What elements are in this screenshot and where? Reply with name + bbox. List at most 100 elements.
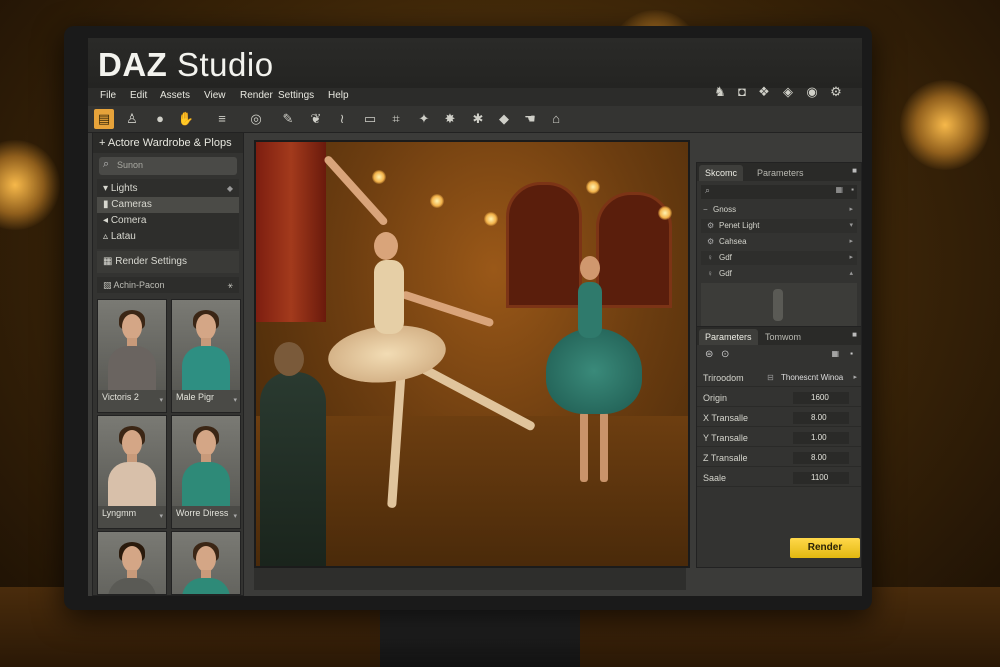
tree-item-latau[interactable]: ▵ Latau <box>97 229 239 245</box>
param-value-field[interactable]: 8.00 <box>793 452 849 464</box>
search-icon: ⌕ <box>705 185 711 195</box>
painting-seated-figure <box>260 372 326 566</box>
params-section[interactable]: Triroodom ⊟ Thonescnt Winoa ▸ <box>697 369 861 387</box>
chevron-down-icon[interactable]: ▾ <box>159 396 163 404</box>
gear-icon: ⚙ <box>707 237 715 246</box>
tree-item-cameras[interactable]: ▮ Cameras <box>97 197 239 213</box>
tree-item-lights[interactable]: ▾ Lights ◆ <box>97 181 239 197</box>
scene-search-input[interactable]: ⌕ ▦ ▪ <box>701 185 857 199</box>
menu-edit[interactable]: Edit <box>130 90 147 101</box>
chevron-icon: ▸ <box>849 254 853 261</box>
sphere-icon[interactable]: ● <box>150 109 170 129</box>
param-value-field[interactable]: 1100 <box>793 472 849 484</box>
filter-icon[interactable]: ⊜ <box>705 349 713 360</box>
tag-icon[interactable]: ⌂ <box>546 109 566 129</box>
toolbar: ▤ ♙ ● ✋ ≡ ◎ ✎ ❦ ≀ ▭ ⌗ ✦ ✸ ✱ ◆ ☚ ⌂ <box>88 106 862 133</box>
tree-item-label: Cameras <box>111 199 152 210</box>
menu-view[interactable]: View <box>204 90 226 101</box>
menu-icon[interactable]: ▪ <box>850 349 853 358</box>
search-input[interactable]: ⌕ Sunon <box>99 157 237 175</box>
scene-group[interactable]: − Gnoss ▸ <box>701 203 857 217</box>
figure-thumbnail[interactable]: Lyngmm ▾ <box>97 415 167 529</box>
crop-icon[interactable]: ⌗ <box>386 109 406 129</box>
render-settings-item[interactable]: ▦ Render Settings <box>97 251 239 273</box>
tree-item-label: Lights <box>110 183 138 194</box>
figure-thumbnail[interactable]: Male Pigr ▾ <box>171 299 241 413</box>
scene-item[interactable]: ⚙ Cahsea ▸ <box>701 235 857 249</box>
param-row-z-translate[interactable]: Z Transalle 8.00 <box>697 449 861 467</box>
dancer-head <box>580 256 600 280</box>
param-row-x-translate[interactable]: X Transalle 8.00 <box>697 409 861 427</box>
pin-icon[interactable]: ✦ <box>414 109 434 129</box>
scene-item[interactable]: ⚙ Penet Light ▾ <box>701 219 857 233</box>
param-value-field[interactable]: 8.00 <box>793 412 849 424</box>
params-section-label: Triroodom <box>703 373 744 383</box>
figure-thumbnail[interactable]: Victoris 2 ▾ <box>97 299 167 413</box>
viewport-status-bar <box>254 568 686 590</box>
tab-tomwom[interactable]: Tomwom <box>759 329 807 345</box>
filter-icon[interactable]: ⚹ <box>228 277 233 293</box>
close-icon[interactable]: ■ <box>852 166 857 175</box>
settings-icon[interactable]: ⚙ <box>828 84 844 100</box>
spark-icon[interactable]: ✱ <box>468 109 488 129</box>
hand-grab-icon[interactable]: ☚ <box>520 109 540 129</box>
pose-icon[interactable]: ♙ <box>122 109 142 129</box>
eye-icon[interactable]: ◎ <box>246 109 266 129</box>
chevron-down-icon[interactable]: ▾ <box>233 396 237 404</box>
expand-icon: − <box>703 205 708 214</box>
tab-parameters[interactable]: Parameters <box>751 165 810 181</box>
menu-bar: File Edit Assets View Render Settings He… <box>88 84 862 106</box>
param-row-scale[interactable]: Saale 1100 <box>697 469 861 487</box>
param-value-field[interactable]: 1.00 <box>793 432 849 444</box>
bomb-icon[interactable]: ✸ <box>440 109 460 129</box>
target-icon[interactable]: ⊙ <box>721 349 729 360</box>
brush-icon[interactable]: ✎ <box>278 109 298 129</box>
chevron-down-icon[interactable]: ▾ <box>233 512 237 520</box>
tree-item-comera[interactable]: ◂ Comera <box>97 213 239 229</box>
param-label: X Transalle <box>703 413 749 423</box>
wave-icon[interactable]: ≀ <box>332 109 352 129</box>
param-row-y-translate[interactable]: Y Transalle 1.00 <box>697 429 861 447</box>
tree-item-label: Latau <box>110 231 136 242</box>
figure-thumbnail[interactable]: Worre Diress ▾ <box>171 415 241 529</box>
prop-icon[interactable]: ◈ <box>780 84 796 100</box>
render-button[interactable]: Render <box>790 538 860 558</box>
light-icon[interactable]: ◉ <box>804 84 820 100</box>
chevron-icon: ▾ <box>849 222 853 229</box>
scene-item[interactable]: ♀ Gdf ▴ <box>701 267 857 281</box>
chevron-down-icon[interactable]: ▾ <box>159 512 163 520</box>
tab-scene[interactable]: Skcomc <box>699 165 744 181</box>
figure-thumbnail[interactable] <box>171 531 241 595</box>
viewport-canvas[interactable] <box>254 140 690 568</box>
menu-icon[interactable]: ▪ <box>851 185 854 194</box>
dancer-arm <box>400 290 495 328</box>
dancer-green-tutu <box>546 328 642 414</box>
menu-file[interactable]: File <box>100 90 116 101</box>
scene-item[interactable]: ♀ Gdf ▸ <box>701 251 857 265</box>
param-value-field[interactable]: 1600 <box>793 392 849 404</box>
figure-icon[interactable]: ♞ <box>712 84 728 100</box>
leaf-icon[interactable]: ❦ <box>306 109 326 129</box>
menu-help[interactable]: Help <box>328 90 349 101</box>
sub-header-label: Achin-Pacon <box>113 280 165 290</box>
param-row-origin[interactable]: Origin 1600 <box>697 389 861 407</box>
parameters-panel: Parameters Tomwom ■ ⊜ ⊙ ▦ ▪ Triroodom ⊟ … <box>696 326 862 568</box>
eraser-icon[interactable]: ◆ <box>494 109 514 129</box>
frame-icon[interactable]: ▭ <box>360 109 380 129</box>
folder-icon[interactable]: ▤ <box>94 109 114 129</box>
cube-icon[interactable]: ❖ <box>756 84 772 100</box>
link-icon[interactable]: ⊟ <box>767 369 774 387</box>
params-tabs: Parameters Tomwom ■ <box>697 327 861 345</box>
hand-icon[interactable]: ✋ <box>176 109 196 129</box>
figure-thumbnail[interactable] <box>97 531 167 595</box>
menu-render[interactable]: Render <box>240 90 273 101</box>
tab-parameters[interactable]: Parameters <box>699 329 758 345</box>
menu-assets[interactable]: Assets <box>160 90 190 101</box>
close-icon[interactable]: ■ <box>852 330 857 339</box>
camera-icon[interactable]: ◘ <box>734 84 750 100</box>
layers-icon[interactable]: ≡ <box>212 109 232 129</box>
param-label: Z Transalle <box>703 453 748 463</box>
menu-settings[interactable]: Settings <box>278 90 314 101</box>
grid-icon[interactable]: ▦ <box>835 185 843 194</box>
grid-icon[interactable]: ▦ <box>831 349 839 358</box>
